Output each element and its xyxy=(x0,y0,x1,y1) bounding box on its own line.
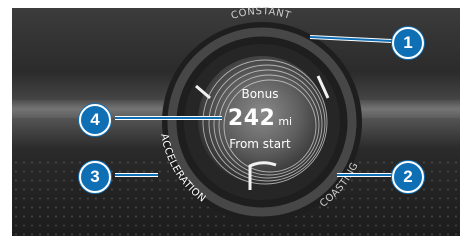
readout-value: 242 xyxy=(227,106,276,131)
callout-3: 3 xyxy=(79,161,111,193)
readout-unit: mi xyxy=(278,115,293,128)
readout-title: Bonus xyxy=(241,87,279,101)
callout-2: 2 xyxy=(392,161,424,193)
label-constant: CONSTANT xyxy=(230,6,293,22)
callout-4: 4 xyxy=(79,104,111,136)
readout-subtitle: From start xyxy=(229,137,291,151)
callout-1: 1 xyxy=(392,27,424,59)
readout-value-row: 242 mi xyxy=(200,106,320,131)
